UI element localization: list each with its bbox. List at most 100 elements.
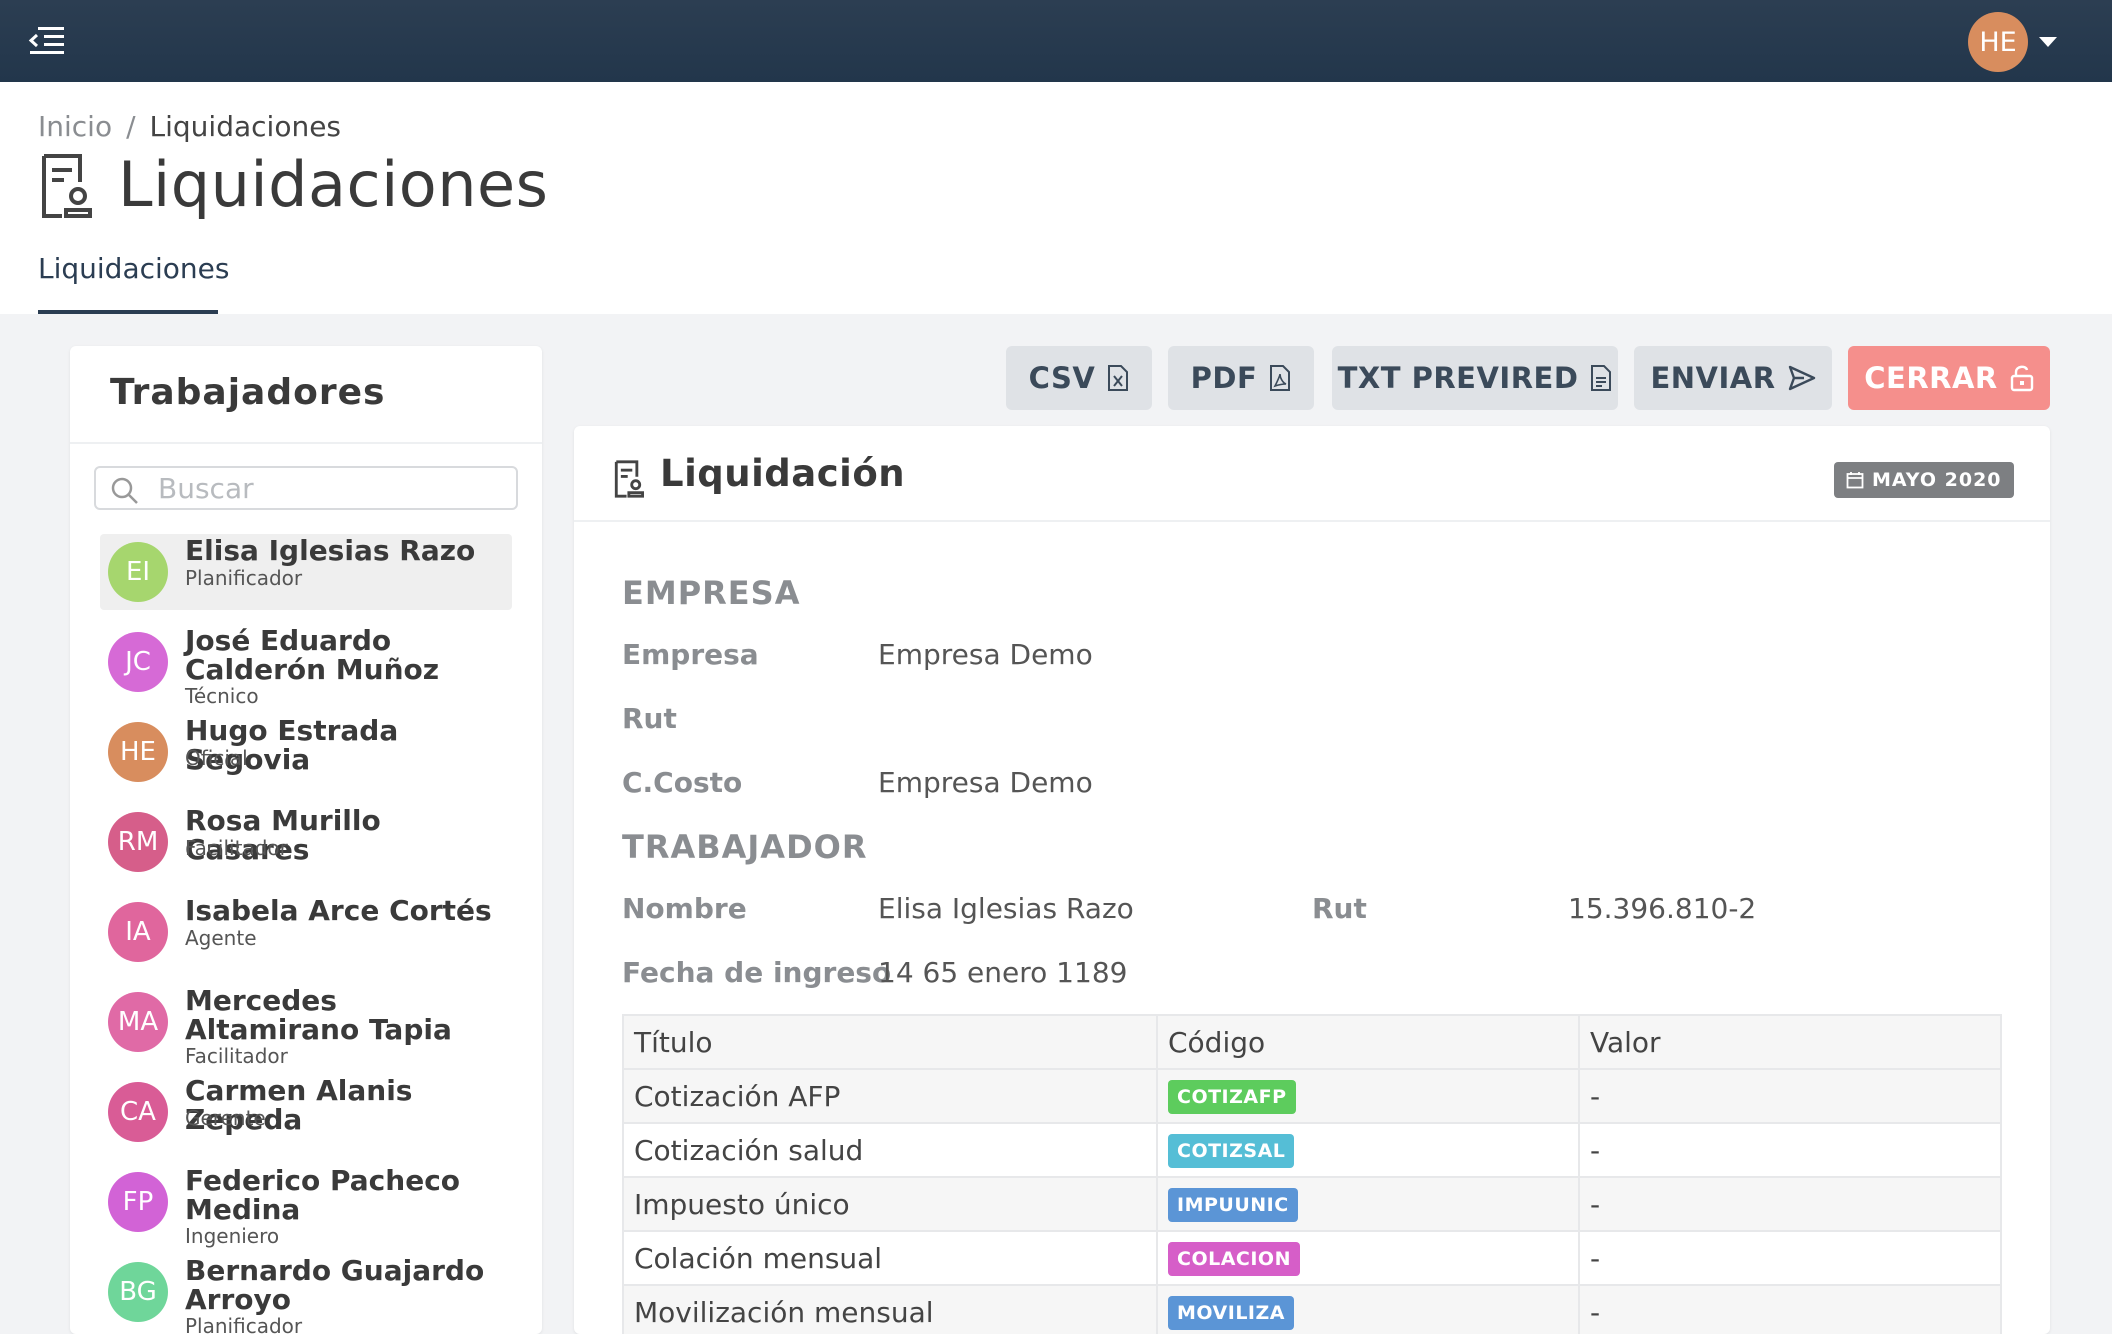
send-label: ENVIAR [1650,361,1776,395]
worker-role: Agente [185,926,257,950]
top-bar: HE [0,0,2112,82]
worker-role: Ingeniero [185,1224,280,1248]
code-badge: MOVILIZA [1168,1295,1294,1330]
txt-previred-label: TXT PREVIRED [1337,361,1579,395]
empresa-value: Empresa Demo [878,638,1093,671]
tab-liquidaciones[interactable]: Liquidaciones [38,252,229,314]
worker-role: Gerente [185,1106,266,1130]
code-badge: IMPUUNIC [1168,1187,1298,1222]
worker-item[interactable]: EI Elisa Iglesias Razo Planificador [100,534,512,610]
worker-role: Planificador [185,566,303,590]
avatar: EI [108,542,168,602]
worker-role: Técnico [185,684,259,708]
workers-title: Trabajadores [110,372,386,413]
chevron-down-icon[interactable] [2039,37,2057,47]
page-title: Liquidaciones [118,148,549,221]
pdf-label: PDF [1190,361,1258,395]
trabajador-section-title: TRABAJADOR [622,828,868,866]
nombre-value: Elisa Iglesias Razo [878,892,1134,925]
worker-item[interactable]: RM Rosa Murillo Casares Facilitador [100,804,512,880]
code-badge: COTIZAFP [1168,1079,1296,1114]
column-header-codigo: Código [1156,1014,1580,1070]
worker-name: Bernardo Guajardo Arroyo [185,1254,485,1316]
breadcrumb-current: Liquidaciones [149,110,342,143]
user-avatar[interactable]: HE [1968,12,2028,72]
worker-name: Isabela Arce Cortés [185,894,492,927]
csv-button[interactable]: CSV [1006,346,1152,410]
card-title: Liquidación [660,452,906,495]
column-header-titulo: Título [622,1014,1158,1070]
row-value: - [1578,1230,2002,1286]
breadcrumb: Inicio / Liquidaciones [38,110,341,143]
search-box[interactable] [94,466,518,510]
period-badge: MAYO 2020 [1834,462,2014,498]
row-value: - [1578,1284,2002,1334]
avatar: BG [108,1262,168,1322]
worker-name: José Eduardo Calderón Muñoz [185,624,440,686]
payroll-document-icon [614,460,644,498]
worker-name: Mercedes Altamirano Tapia [185,984,452,1046]
fecha-ingreso-label: Fecha de ingreso [622,956,892,989]
text-file-icon [1591,365,1612,391]
pdf-file-icon [1270,365,1291,391]
avatar: HE [108,722,168,782]
worker-item[interactable]: MA Mercedes Altamirano Tapia Facilitador [100,984,512,1068]
row-title: Cotización salud [622,1122,1158,1178]
row-value: - [1578,1122,2002,1178]
worker-role: Facilitador [185,836,288,860]
close-button[interactable]: CERRAR [1848,346,2050,410]
table-row: Cotización salud COTIZSAL - [622,1122,2002,1178]
csv-file-icon [1108,365,1129,391]
row-value: - [1578,1068,2002,1124]
trabajador-rut-label: Rut [1312,892,1367,925]
row-title: Colación mensual [622,1230,1158,1286]
row-code-cell: MOVILIZA [1156,1284,1580,1334]
table-row: Colación mensual COLACION - [622,1230,2002,1286]
liquidacion-card: Liquidación MAYO 2020 EMPRESA Empresa Em… [574,426,2050,1334]
csv-label: CSV [1028,361,1096,395]
unlock-icon [2010,365,2033,392]
row-code-cell: COTIZSAL [1156,1122,1580,1178]
table-row: Cotización AFP COTIZAFP - [622,1068,2002,1124]
ccosto-value: Empresa Demo [878,766,1093,799]
page-header: Inicio / Liquidaciones Liquidaciones Liqui… [0,82,2112,314]
column-header-valor: Valor [1578,1014,2002,1070]
divider [70,442,542,444]
worker-item[interactable]: IA Isabela Arce Cortés Agente [100,894,512,970]
worker-name: Elisa Iglesias Razo [185,534,476,567]
row-code-cell: COTIZAFP [1156,1068,1580,1124]
avatar: IA [108,902,168,962]
avatar: FP [108,1172,168,1232]
code-badge: COLACION [1168,1241,1300,1276]
row-title: Impuesto único [622,1176,1158,1232]
row-title: Movilización mensual [622,1284,1158,1334]
rut-label: Rut [622,702,677,735]
fecha-ingreso-value: 14 65 enero 1189 [878,956,1128,989]
avatar: RM [108,812,168,872]
workers-panel: Trabajadores EI Elisa Iglesias Razo Plan… [70,346,542,1334]
avatar: CA [108,1082,168,1142]
worker-name: Federico Pacheco Medina [185,1164,461,1226]
ccosto-label: C.Costo [622,766,743,799]
send-icon [1788,365,1815,391]
empresa-label: Empresa [622,638,759,671]
table-row: Movilización mensual MOVILIZA - [622,1284,2002,1334]
pdf-button[interactable]: PDF [1168,346,1314,410]
send-button[interactable]: ENVIAR [1634,346,1832,410]
payroll-document-icon [40,154,96,218]
concepts-table: Título Código Valor Cotización AFP COTIZ… [622,1014,2002,1334]
worker-item[interactable]: HE Hugo Estrada Segovia Oficial [100,714,512,790]
worker-role: Oficial [185,746,248,770]
nombre-label: Nombre [622,892,747,925]
worker-item[interactable]: JC José Eduardo Calderón Muñoz Técnico [100,624,512,708]
close-label: CERRAR [1864,361,1998,395]
worker-item[interactable]: CA Carmen Alanis Zepeda Gerente [100,1074,512,1150]
search-input[interactable] [158,472,498,504]
worker-role: Planificador [185,1314,303,1334]
txt-previred-button[interactable]: TXT PREVIRED [1332,346,1618,410]
menu-collapse-icon[interactable] [28,24,66,58]
trabajador-rut-value: 15.396.810-2 [1568,892,1757,925]
worker-item[interactable]: BG Bernardo Guajardo Arroyo Planificador [100,1254,512,1334]
breadcrumb-home[interactable]: Inicio [38,110,112,143]
worker-item[interactable]: FP Federico Pacheco Medina Ingeniero [100,1164,512,1248]
